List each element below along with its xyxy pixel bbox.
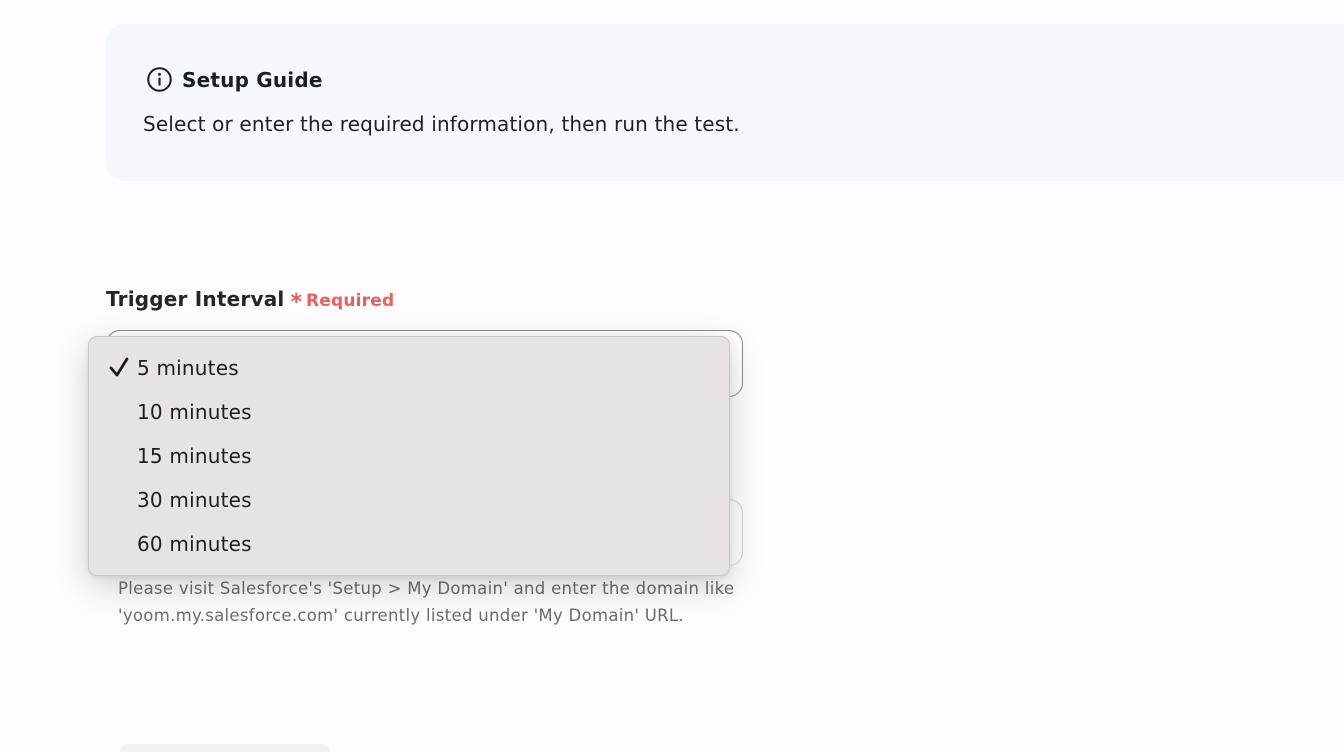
checkmark-icon (109, 357, 129, 377)
required-label: Required (305, 291, 395, 311)
partial-element (120, 744, 330, 752)
menu-option-label: 10 minutes (137, 400, 252, 424)
menu-option-label: 5 minutes (137, 356, 239, 380)
trigger-interval-label: Trigger Interval (106, 287, 285, 311)
menu-option-10-minutes[interactable]: 10 minutes (89, 390, 729, 434)
menu-option-label: 30 minutes (137, 488, 252, 512)
setup-guide-header: Setup Guide (146, 66, 323, 93)
menu-option-15-minutes[interactable]: 15 minutes (89, 434, 729, 478)
menu-option-label: 15 minutes (137, 444, 252, 468)
trigger-interval-label-row: Trigger Interval * Required (106, 287, 395, 315)
menu-option-30-minutes[interactable]: 30 minutes (89, 478, 729, 522)
setup-guide-description: Select or enter the required information… (143, 112, 740, 136)
page: Setup Guide Select or enter the required… (0, 0, 1344, 752)
menu-option-60-minutes[interactable]: 60 minutes (89, 522, 729, 566)
setup-guide-title: Setup Guide (182, 67, 323, 92)
setup-guide-card: Setup Guide Select or enter the required… (106, 24, 1344, 181)
menu-option-label: 60 minutes (137, 532, 252, 556)
domain-help-text: Please visit Salesforce's 'Setup > My Do… (118, 579, 735, 625)
menu-option-5-minutes[interactable]: 5 minutes (89, 346, 729, 390)
trigger-interval-dropdown-menu: 5 minutes 10 minutes 15 minutes 30 minut… (88, 336, 730, 576)
required-asterisk: * (290, 290, 302, 315)
info-icon (147, 67, 172, 92)
